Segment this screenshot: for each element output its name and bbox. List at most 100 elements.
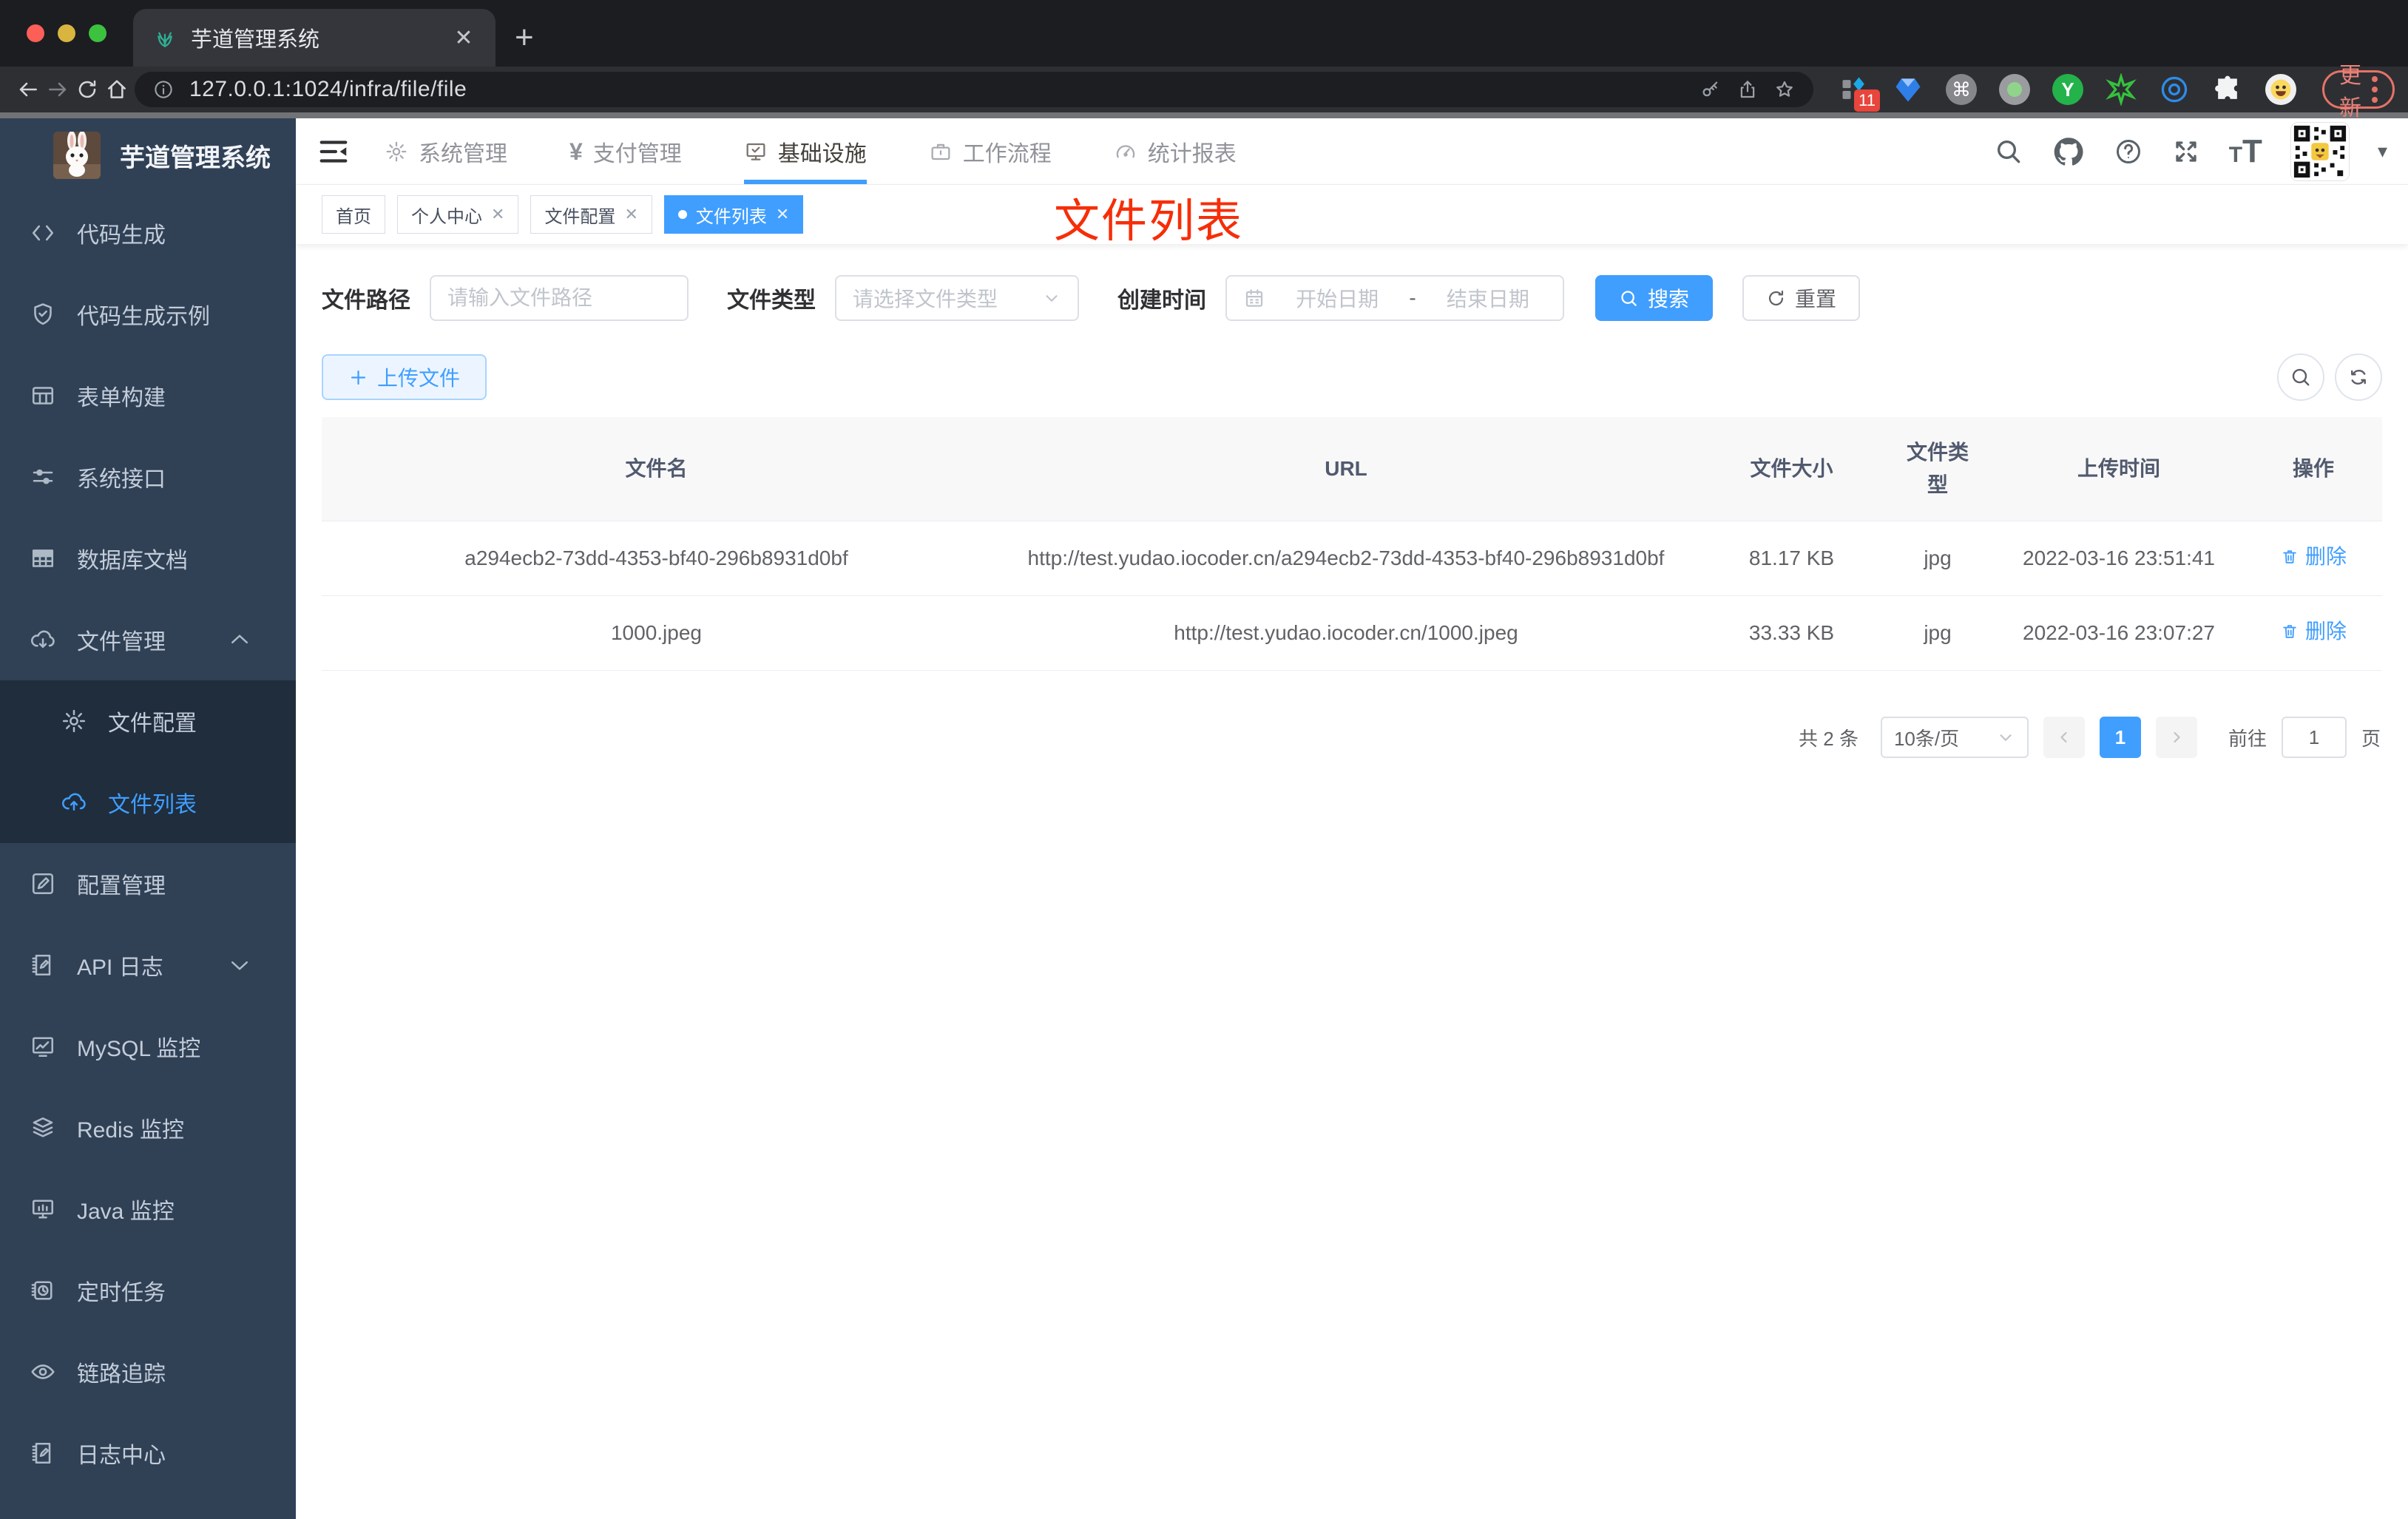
- search-button[interactable]: 搜索: [1595, 275, 1714, 321]
- back-button[interactable]: [16, 72, 40, 106]
- app-logo[interactable]: 芋道管理系统: [0, 118, 296, 192]
- sidebar-item-5[interactable]: 数据库文档: [0, 518, 296, 599]
- extension-command-icon[interactable]: ⌘: [1945, 73, 1978, 106]
- formtable-icon: [30, 382, 56, 409]
- extension-eye-icon[interactable]: [2158, 73, 2191, 106]
- topnav-item-label: 支付管理: [592, 141, 682, 166]
- search-icon: [2290, 366, 2312, 388]
- refresh-table-button[interactable]: [2335, 353, 2382, 401]
- close-icon[interactable]: ✕: [491, 205, 504, 224]
- bookmark-star-icon[interactable]: [1773, 78, 1796, 101]
- date-range-picker[interactable]: 开始日期 - 结束日期: [1225, 275, 1564, 321]
- extension-record-icon[interactable]: [1998, 73, 2031, 106]
- close-window-button[interactable]: [27, 24, 44, 42]
- gear-icon: [385, 140, 408, 163]
- cell-file-url: http://test.yudao.iocoder.cn/1000.jpeg: [1174, 621, 1518, 644]
- sidebar-item-16[interactable]: 日志中心: [0, 1413, 296, 1494]
- close-icon[interactable]: ✕: [776, 205, 789, 224]
- sidebar-item-2[interactable]: 代码生成示例: [0, 274, 296, 355]
- reset-button[interactable]: 重置: [1742, 275, 1861, 321]
- topnav-item-4[interactable]: 工作流程: [929, 118, 1052, 184]
- extension-y-icon[interactable]: Y: [2052, 73, 2084, 106]
- tab-close-icon[interactable]: ✕: [451, 25, 476, 51]
- help-icon[interactable]: [2114, 137, 2143, 166]
- prev-page-button[interactable]: [2043, 717, 2085, 758]
- next-page-button[interactable]: [2155, 717, 2197, 758]
- page-size-select[interactable]: 10条/页: [1880, 717, 2029, 758]
- topnav-item-2[interactable]: ¥ 支付管理: [569, 118, 682, 184]
- topnav-item-3[interactable]: 基础设施: [743, 118, 867, 184]
- sidebar-item-11[interactable]: MySQL 监控: [0, 1006, 296, 1087]
- sidebar-item-9[interactable]: 配置管理: [0, 843, 296, 924]
- home-button[interactable]: [105, 72, 129, 106]
- tag-view-2[interactable]: 个人中心 ✕: [397, 195, 519, 234]
- avatar-caret-down-icon[interactable]: ▾: [2378, 140, 2387, 163]
- extension-emoji-icon[interactable]: [2265, 73, 2297, 106]
- table-row-2: 1000.jpeg http://test.yudao.iocoder.cn/10…: [322, 596, 2382, 671]
- font-size-icon[interactable]: TT: [2229, 135, 2262, 167]
- sidebar-item-label: 日志中心: [77, 1444, 166, 1468]
- sidebar-item-15[interactable]: 链路追踪: [0, 1331, 296, 1413]
- github-icon[interactable]: [2052, 135, 2086, 169]
- zoom-window-button[interactable]: [89, 24, 106, 42]
- extension-puzzle-icon[interactable]: [2211, 73, 2244, 106]
- topnav-item-1[interactable]: 系统管理: [385, 118, 507, 184]
- forward-button[interactable]: [46, 72, 70, 106]
- file-path-input[interactable]: [430, 275, 689, 321]
- topnav-item-5[interactable]: 统计报表: [1114, 118, 1237, 184]
- browser-update-button[interactable]: 更新: [2322, 64, 2395, 121]
- tag-view-3[interactable]: 文件配置 ✕: [530, 195, 652, 234]
- sidebar-item-1[interactable]: 代码生成: [0, 192, 296, 274]
- browser-menu-icon[interactable]: [2372, 76, 2378, 103]
- sidebar-item-7[interactable]: 文件配置: [0, 680, 296, 762]
- sidebar-item-10[interactable]: API 日志: [0, 924, 296, 1006]
- fullscreen-icon[interactable]: [2171, 137, 2201, 166]
- url-bar[interactable]: 127.0.0.1:1024/infra/file/file: [135, 72, 1813, 107]
- file-table: 文件名 URL 文件大小 文件类型 上传时间 操作 a294ecb2-73dd-4353-…: [322, 417, 2382, 671]
- site-info-icon[interactable]: [152, 78, 175, 101]
- minimize-window-button[interactable]: [58, 24, 75, 42]
- calendar-icon: [1243, 287, 1265, 309]
- file-type-select[interactable]: 请选择文件类型: [835, 275, 1079, 321]
- upload-file-button[interactable]: 上传文件: [322, 354, 487, 400]
- password-key-icon[interactable]: [1700, 78, 1722, 101]
- extension-star-icon[interactable]: [2105, 73, 2137, 106]
- file-path-label: 文件路径: [322, 288, 410, 313]
- share-icon[interactable]: [1736, 78, 1759, 101]
- browser-tab[interactable]: 芋道管理系统 ✕: [133, 9, 496, 67]
- show-search-toggle-button[interactable]: [2277, 353, 2324, 401]
- sidebar-item-8[interactable]: 文件列表: [0, 762, 296, 843]
- file-type-placeholder: 请选择文件类型: [853, 288, 998, 311]
- page-number-1[interactable]: 1: [2099, 717, 2141, 758]
- tag-view-4[interactable]: 文件列表 ✕: [663, 195, 804, 234]
- chevron-down-icon: [226, 952, 253, 978]
- header-search-icon[interactable]: [1994, 137, 2023, 166]
- sidebar-item-6[interactable]: 文件管理: [0, 599, 296, 680]
- delete-button[interactable]: 删除: [2280, 615, 2347, 648]
- table-row-1: a294ecb2-73dd-4353-bf40-296b8931d0bf http…: [322, 521, 2382, 596]
- user-avatar-qr[interactable]: [2290, 121, 2350, 181]
- logo-rabbit-image: [53, 132, 101, 179]
- dbgrid-icon: [30, 545, 56, 572]
- close-icon[interactable]: ✕: [624, 205, 637, 224]
- search-button-label: 搜索: [1648, 288, 1690, 311]
- extension-grid-icon[interactable]: 11: [1839, 73, 1880, 112]
- trash-icon: [2280, 622, 2299, 641]
- browser-toolbar: 127.0.0.1:1024/infra/file/file 11 ⌘ Y 更新: [0, 64, 2408, 121]
- sidebar-item-12[interactable]: Redis 监控: [0, 1087, 296, 1168]
- extension-gem-icon[interactable]: [1892, 73, 1924, 106]
- new-tab-button[interactable]: +: [515, 19, 534, 56]
- edit-icon: [30, 870, 56, 897]
- sidebar-item-14[interactable]: 定时任务: [0, 1250, 296, 1331]
- reload-button[interactable]: [75, 72, 99, 106]
- delete-button[interactable]: 删除: [2280, 541, 2347, 573]
- column-header-2: URL: [1325, 457, 1367, 480]
- tag-view-1[interactable]: 首页: [322, 195, 385, 234]
- goto-page-input[interactable]: [2281, 717, 2347, 758]
- sidebar-item-3[interactable]: 表单构建: [0, 355, 296, 436]
- chrome-edge-divider: [0, 112, 2408, 118]
- sidebar-item-13[interactable]: Java 监控: [0, 1168, 296, 1250]
- collapse-sidebar-icon[interactable]: [317, 135, 351, 169]
- extension-badge: 11: [1854, 89, 1880, 112]
- sidebar-item-4[interactable]: 系统接口: [0, 436, 296, 518]
